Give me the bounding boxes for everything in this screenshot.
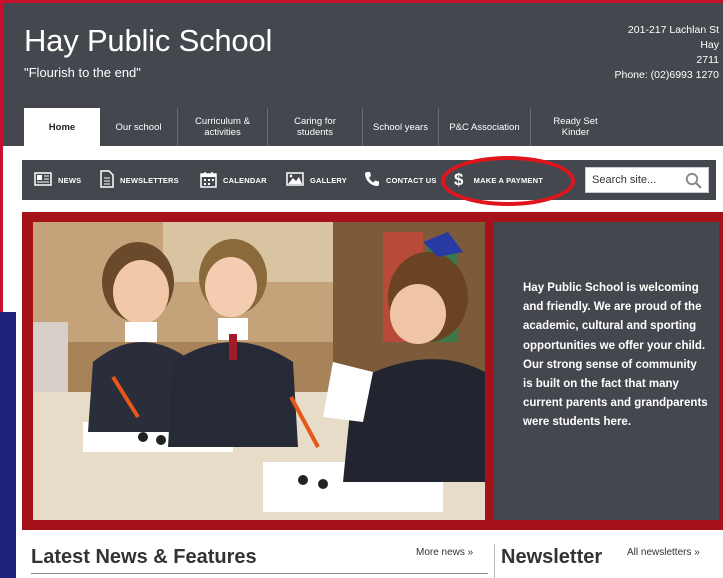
- news-icon: [34, 172, 52, 188]
- address-postcode: 2711: [696, 54, 719, 66]
- school-tagline: "Flourish to the end": [24, 65, 141, 80]
- document-icon: [100, 170, 114, 190]
- school-title[interactable]: Hay Public School: [24, 23, 272, 59]
- tab-ready-set-kinder[interactable]: Ready Set Kinder: [530, 108, 620, 146]
- gallery-link[interactable]: GALLERY: [286, 160, 347, 200]
- phone-number: Phone: (02)6993 1270: [614, 69, 719, 81]
- gallery-label: GALLERY: [310, 175, 347, 185]
- tab-home[interactable]: Home: [24, 108, 100, 146]
- hero-photo-students: [33, 222, 485, 520]
- search-icon[interactable]: [685, 172, 702, 194]
- calendar-link[interactable]: CALENDAR: [200, 160, 267, 200]
- latest-news-heading: Latest News & Features: [31, 546, 257, 568]
- main-nav: Home Our school Curriculum & activities …: [3, 108, 723, 146]
- more-news-link[interactable]: More news »: [416, 547, 473, 558]
- contact-details: 201-217 Lachlan St Hay 2711 Phone: (02)6…: [614, 23, 719, 83]
- news-label: NEWS: [58, 175, 82, 185]
- newsletter-heading: Newsletter: [501, 546, 603, 568]
- contact-link[interactable]: CONTACT US: [364, 160, 437, 200]
- tab-caring-for-students[interactable]: Caring for students: [267, 108, 362, 146]
- left-navy-edge: [0, 312, 16, 578]
- search-box: [585, 167, 709, 193]
- nav-spacer: [3, 146, 723, 160]
- phone-icon: [364, 171, 380, 189]
- image-icon: [286, 172, 304, 188]
- payment-highlight-ring: [441, 156, 575, 206]
- column-divider: [494, 544, 495, 578]
- address-town: Hay: [700, 39, 719, 51]
- contact-label: CONTACT US: [386, 175, 437, 185]
- tab-our-school[interactable]: Our school: [100, 108, 177, 146]
- tab-curriculum[interactable]: Curriculum & activities: [177, 108, 267, 146]
- hero-banner: Hay Public School is welcoming and frien…: [22, 212, 723, 530]
- news-link[interactable]: NEWS: [34, 160, 81, 200]
- tab-kinder-label: Ready Set Kinder: [553, 116, 598, 138]
- hero-welcome-text: Hay Public School is welcoming and frien…: [523, 282, 708, 429]
- calendar-icon: [200, 171, 217, 190]
- search-input[interactable]: [586, 168, 678, 192]
- hero-text-panel: Hay Public School is welcoming and frien…: [494, 222, 719, 520]
- calendar-label: CALENDAR: [223, 175, 267, 185]
- tab-school-years[interactable]: School years: [362, 108, 438, 146]
- tab-pc-association[interactable]: P&C Association: [438, 108, 530, 146]
- newsletters-link[interactable]: NEWSLETTERS: [100, 160, 179, 200]
- all-newsletters-link[interactable]: All newsletters »: [627, 547, 700, 558]
- address-street: 201-217 Lachlan St: [627, 24, 719, 36]
- site-header: Hay Public School "Flourish to the end" …: [3, 0, 723, 108]
- tab-caring-label: Caring for students: [294, 116, 336, 138]
- newsletters-label: NEWSLETTERS: [120, 175, 179, 185]
- news-divider: [31, 573, 488, 574]
- tab-curriculum-label: Curriculum & activities: [195, 116, 250, 138]
